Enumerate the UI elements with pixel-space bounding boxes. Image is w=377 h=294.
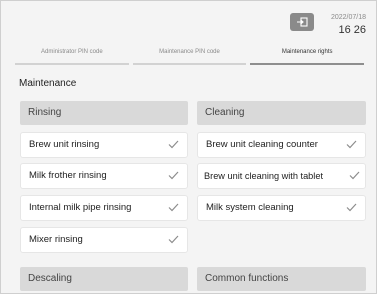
tab-maintenance-rights[interactable]: Maintenance rights	[250, 45, 365, 65]
check-icon	[168, 235, 179, 244]
item-label: Brew unit rinsing	[29, 139, 100, 150]
time-display: 16 26	[338, 24, 366, 36]
tab-bar: Administrator PIN code Maintenance PIN c…	[13, 45, 366, 65]
item-mixer-rinsing[interactable]: Mixer rinsing	[20, 227, 188, 253]
check-icon	[349, 171, 360, 180]
item-brew-unit-cleaning-with-tablet[interactable]: Brew unit cleaning with tablet	[197, 163, 366, 189]
maintenance-rights-screen: 2022/07/18 16 26 Administrator PIN code …	[0, 0, 377, 294]
check-icon	[346, 140, 357, 149]
tab-administrator-pin[interactable]: Administrator PIN code	[15, 45, 129, 65]
check-icon	[346, 203, 357, 212]
check-icon	[168, 203, 179, 212]
item-label: Milk system cleaning	[206, 202, 294, 213]
item-brew-unit-cleaning-counter[interactable]: Brew unit cleaning counter	[197, 132, 366, 158]
item-label: Brew unit cleaning with tablet	[204, 171, 323, 181]
item-label: Mixer rinsing	[29, 234, 83, 245]
section-title: Maintenance	[19, 78, 77, 89]
item-brew-unit-rinsing[interactable]: Brew unit rinsing	[20, 132, 188, 158]
exit-icon	[297, 17, 308, 27]
item-label: Brew unit cleaning counter	[206, 139, 318, 150]
cleaning-group-header: Cleaning	[197, 101, 366, 125]
check-icon	[168, 140, 179, 149]
date-display: 2022/07/18	[330, 14, 366, 21]
header: 2022/07/18 16 26	[1, 1, 376, 45]
rinsing-group-header: Rinsing	[20, 101, 188, 125]
item-label: Milk frother rinsing	[29, 170, 107, 181]
descaling-group-header: Descaling	[20, 267, 188, 291]
item-internal-milk-pipe-rinsing[interactable]: Internal milk pipe rinsing	[20, 195, 188, 221]
item-label: Internal milk pipe rinsing	[29, 202, 132, 213]
item-milk-frother-rinsing[interactable]: Milk frother rinsing	[20, 163, 188, 189]
check-icon	[168, 171, 179, 180]
tab-maintenance-pin[interactable]: Maintenance PIN code	[132, 45, 247, 65]
exit-button[interactable]	[290, 13, 314, 31]
common-functions-group-header: Common functions	[197, 267, 366, 291]
item-milk-system-cleaning[interactable]: Milk system cleaning	[197, 195, 366, 221]
